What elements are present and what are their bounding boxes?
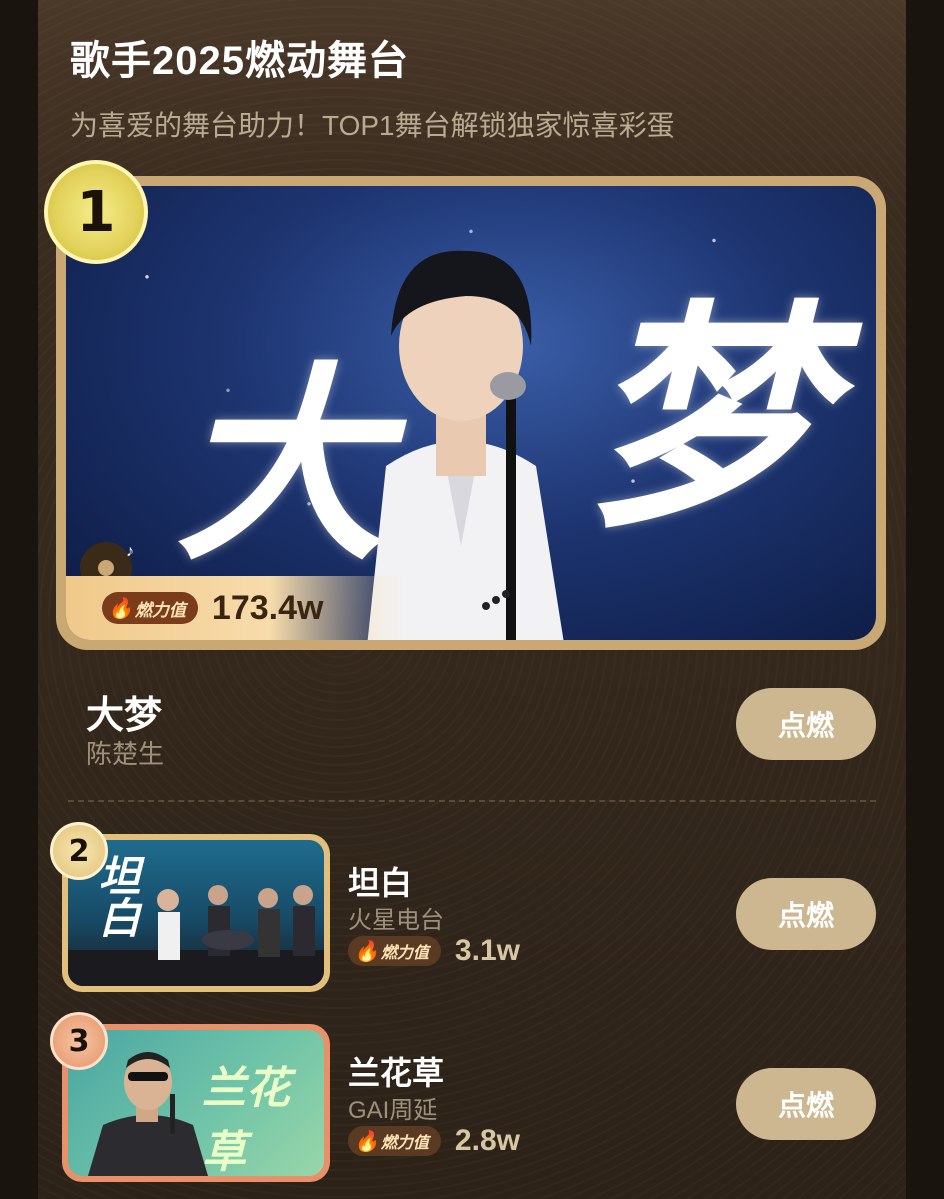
fire-label: 燃力值 bbox=[380, 945, 429, 962]
rank-2-cover-image: 坦白 bbox=[68, 840, 324, 986]
svg-text:♪: ♪ bbox=[126, 543, 134, 560]
rank-1-cover-image: 大 梦 ♪ 🔥 燃力值 173.4w bbox=[66, 186, 876, 640]
vinyl-icon: ♪ bbox=[80, 542, 134, 578]
rank-1-badge: 1 bbox=[44, 160, 148, 264]
flame-icon: 🔥 bbox=[354, 940, 379, 963]
fire-label-tag: 🔥 燃力值 bbox=[348, 936, 441, 966]
rank-2-fire-value: 3.1w bbox=[454, 934, 520, 967]
rank-1-artist: 陈楚生 bbox=[86, 739, 165, 769]
page-title: 歌手2025燃动舞台 bbox=[70, 39, 409, 83]
rank-2-artist: 火星电台 bbox=[348, 907, 444, 934]
flame-icon: 🔥 bbox=[354, 1130, 379, 1153]
fire-label-tag: 🔥 燃力值 bbox=[348, 1126, 441, 1156]
page-subtitle: 为喜爱的舞台助力！TOP1舞台解锁独家惊喜彩蛋 bbox=[70, 110, 675, 141]
rank-3-ignite-button[interactable]: 点燃 bbox=[736, 1068, 876, 1140]
flame-icon: 🔥 bbox=[108, 597, 133, 620]
rank-1-song-name: 大梦 bbox=[86, 695, 163, 737]
rank-1-fire-bar: 🔥 燃力值 173.4w bbox=[66, 576, 406, 640]
divider bbox=[68, 800, 876, 802]
rank-2-fire-row: 🔥 燃力值 3.1w bbox=[348, 934, 520, 968]
rank-2-ignite-button[interactable]: 点燃 bbox=[736, 878, 876, 950]
rank-2-badge: 2 bbox=[50, 822, 108, 880]
rank-1-cover[interactable]: 大 梦 ♪ 🔥 燃力值 173.4w bbox=[56, 176, 886, 650]
rank-1-fire-value: 173.4w bbox=[211, 588, 324, 627]
singer-image bbox=[88, 1052, 208, 1176]
stage-ranking-card: 歌手2025燃动舞台 为喜爱的舞台助力！TOP1舞台解锁独家惊喜彩蛋 大 梦 ♪ bbox=[38, 0, 906, 1199]
fire-label: 燃力值 bbox=[134, 600, 186, 620]
rank-3-fire-row: 🔥 燃力值 2.8w bbox=[348, 1124, 520, 1158]
band-image bbox=[68, 885, 324, 986]
rank-3-badge: 3 bbox=[50, 1012, 108, 1070]
rank-1-ignite-button[interactable]: 点燃 bbox=[736, 688, 876, 760]
rank-3-cover-image: 兰花草 bbox=[68, 1030, 324, 1176]
fire-label: 燃力值 bbox=[380, 1135, 429, 1152]
rank-3-fire-value: 2.8w bbox=[454, 1124, 520, 1157]
rank-3-artist: GAI周延 bbox=[348, 1097, 438, 1124]
rank-2-song-name: 坦白 bbox=[348, 865, 413, 901]
rank-3-song-name: 兰花草 bbox=[348, 1055, 445, 1091]
fire-label-tag: 🔥 燃力值 bbox=[102, 592, 198, 624]
